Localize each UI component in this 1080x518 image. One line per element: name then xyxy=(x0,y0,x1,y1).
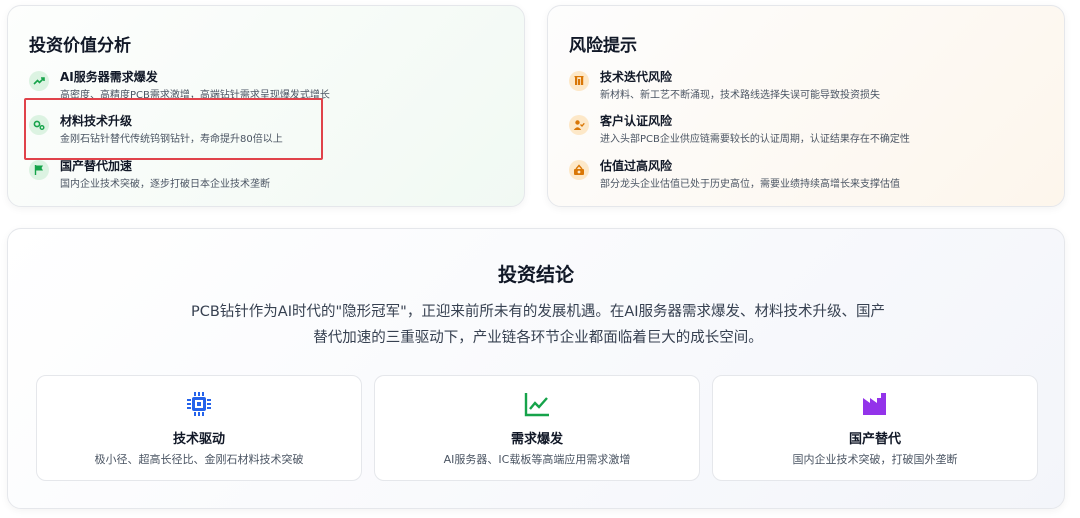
investment-value-card: 投资价值分析 AI服务器需求爆发 高密度、高精度PCB需求激增，高端钻针需求呈现… xyxy=(7,5,525,207)
feature-desc: AI服务器、IC载板等高端应用需求激增 xyxy=(443,453,631,466)
conclusion-title: 投资结论 xyxy=(497,264,574,286)
conclusion-card: 投资结论 PCB钻针作为AI时代的"隐形冠军"，正迎来前所未有的发展机遇。在AI… xyxy=(7,228,1065,509)
flask-icon xyxy=(569,71,589,91)
flag-icon xyxy=(29,160,49,180)
chip-icon xyxy=(184,389,214,419)
feature-desc: 国内企业技术突破，打破国外垄断 xyxy=(792,453,958,466)
feature-demand-surge: 需求爆发 AI服务器、IC载板等高端应用需求激增 xyxy=(374,375,700,481)
risk-card: 风险提示 技术迭代风险 新材料、新工艺不断涌现，技术路线选择失误可能导致投资损失… xyxy=(547,5,1065,207)
value-item-desc: 国内企业技术突破，逐步打破日本企业技术垄断 xyxy=(60,179,270,190)
risk-item-tech-iteration: 技术迭代风险 新材料、新工艺不断涌现，技术路线选择失误可能导致投资损失 xyxy=(569,68,1049,102)
risk-item-valuation: 估值过高风险 部分龙头企业估值已处于历史高位，需要业绩持续高增长来支撑估值 xyxy=(569,157,1049,191)
feature-title: 需求爆发 xyxy=(510,432,563,447)
coins-icon xyxy=(569,160,589,180)
investment-value-title: 投资价值分析 xyxy=(29,36,131,56)
risk-item-customer-cert: 客户认证风险 进入头部PCB企业供应链需要较长的认证周期，认证结果存在不确定性 xyxy=(569,112,1049,146)
feature-tech-driven: 技术驱动 极小径、超高长径比、金刚石材料技术突破 xyxy=(36,375,362,481)
value-item-domestic-substitution: 国产替代加速 国内企业技术突破，逐步打破日本企业技术垄断 xyxy=(29,157,509,191)
user-check-icon xyxy=(569,115,589,135)
value-item-ai-demand: AI服务器需求爆发 高密度、高精度PCB需求激增，高端钻针需求呈现爆发式增长 xyxy=(29,68,509,102)
risk-item-title: 技术迭代风险 xyxy=(600,70,673,84)
feature-title: 国产替代 xyxy=(848,432,901,447)
chart-line-icon xyxy=(522,389,552,419)
risk-item-title: 客户认证风险 xyxy=(600,114,673,128)
highlight-box xyxy=(24,98,323,160)
risk-item-desc: 进入头部PCB企业供应链需要较长的认证周期，认证结果存在不确定性 xyxy=(600,134,910,145)
factory-icon xyxy=(860,389,890,419)
risk-item-desc: 新材料、新工艺不断涌现，技术路线选择失误可能导致投资损失 xyxy=(600,90,880,101)
feature-title: 技术驱动 xyxy=(172,432,225,447)
value-item-title: AI服务器需求爆发 xyxy=(60,70,158,84)
risk-item-desc: 部分龙头企业估值已处于历史高位，需要业绩持续高增长来支撑估值 xyxy=(600,179,900,190)
feature-domestic-substitution: 国产替代 国内企业技术突破，打破国外垄断 xyxy=(712,375,1038,481)
conclusion-text: PCB钻针作为AI时代的"隐形冠军"，正迎来前所未有的发展机遇。在AI服务器需求… xyxy=(190,304,886,346)
risk-item-title: 估值过高风险 xyxy=(600,159,673,173)
trending-up-icon xyxy=(29,71,49,91)
risk-title: 风险提示 xyxy=(569,36,637,56)
feature-desc: 极小径、超高长径比、金刚石材料技术突破 xyxy=(94,453,304,466)
